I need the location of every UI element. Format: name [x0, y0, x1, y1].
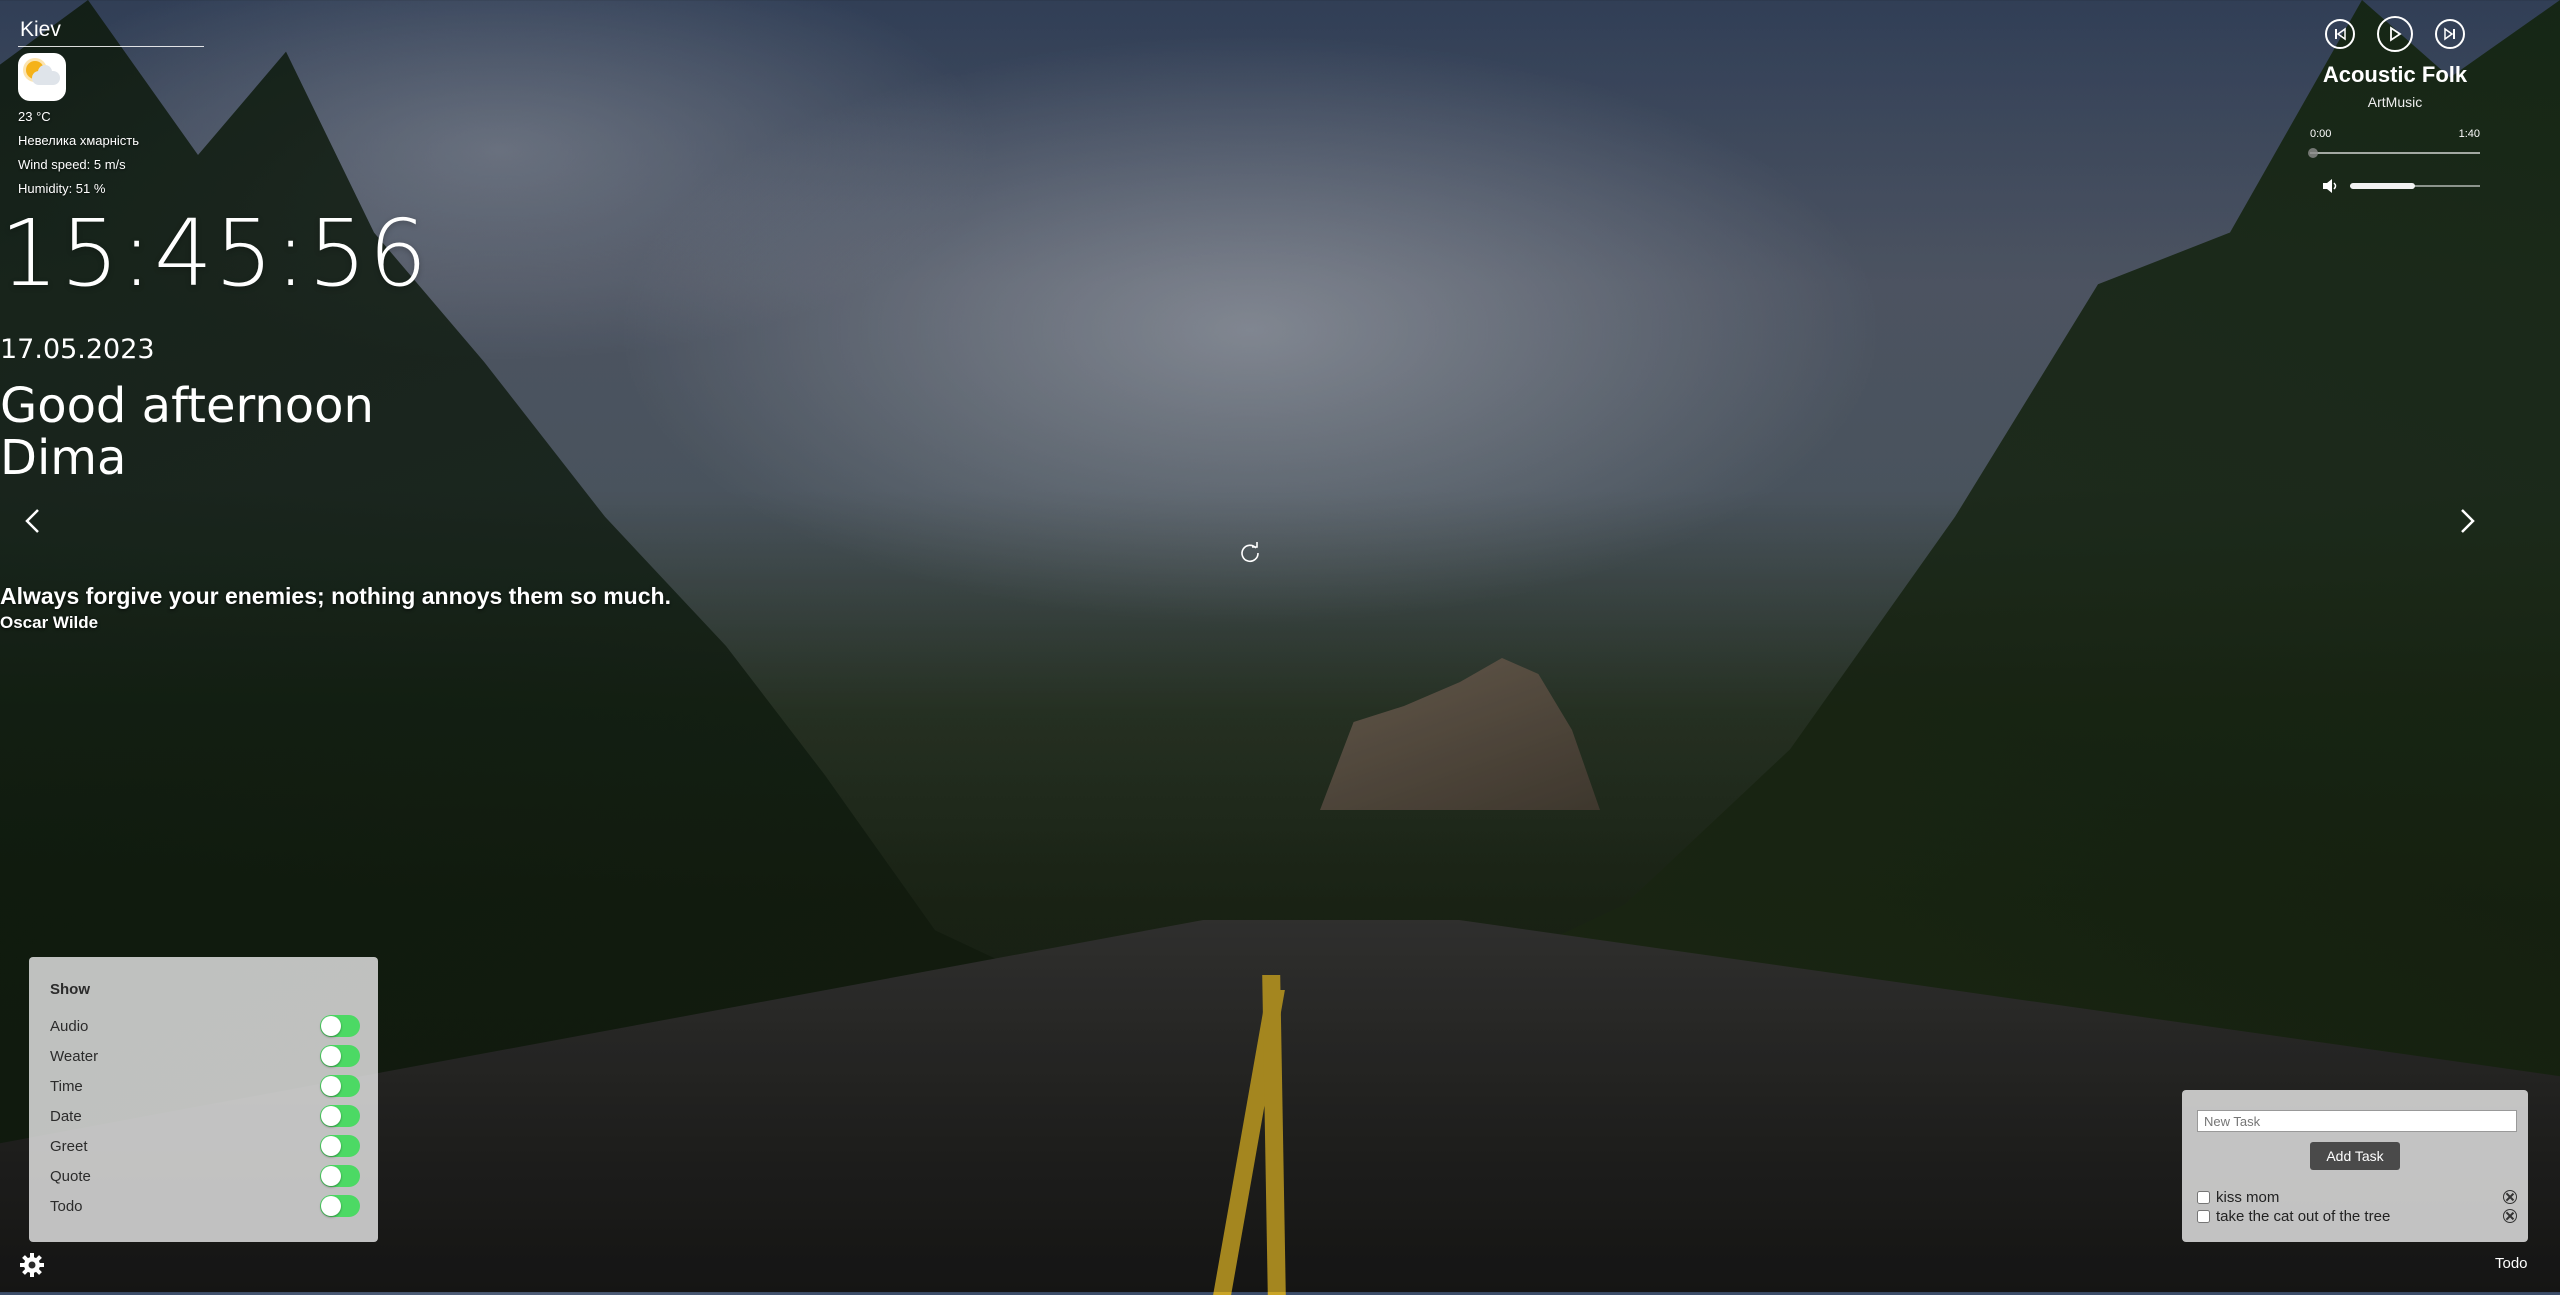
progress-bar[interactable]: [2308, 148, 2480, 158]
task-text: kiss mom: [2216, 1188, 2280, 1206]
audio-player: Acoustic Folk ArtMusic 0:00 1:40: [2300, 16, 2490, 194]
setting-label: Greet: [50, 1137, 88, 1155]
background-photo: [0, 0, 2560, 1295]
name-input[interactable]: Dima: [0, 432, 2560, 484]
quote-author: Oscar Wilde: [0, 613, 99, 632]
settings-title: Show: [50, 981, 90, 998]
current-time: 0:00: [2310, 128, 2332, 140]
setting-label: Todo: [50, 1197, 83, 1215]
previous-track-button[interactable]: [2325, 19, 2355, 49]
slide-next-icon[interactable]: [2452, 506, 2482, 536]
mountain: [1320, 658, 1600, 810]
setting-row-time: Time: [50, 1074, 360, 1098]
track-artist: ArtMusic: [2367, 94, 2423, 110]
quote-toggle[interactable]: [320, 1165, 360, 1187]
delete-task-icon[interactable]: [2503, 1190, 2517, 1204]
setting-label: Weater: [50, 1047, 99, 1065]
setting-row-quote: Quote: [50, 1164, 360, 1188]
quote-text: Always forgive your enemies; nothing ann…: [0, 583, 671, 609]
refresh-quote-icon[interactable]: [1239, 541, 1261, 563]
settings-panel: Show Audio Weater Time Date Greet Quote …: [29, 957, 378, 1242]
weather-toggle[interactable]: [320, 1045, 360, 1067]
greet-toggle[interactable]: [320, 1135, 360, 1157]
delete-task-icon[interactable]: [2503, 1209, 2517, 1223]
weather-description: Невелика хмарність: [18, 133, 140, 148]
task-text: take the cat out of the tree: [2216, 1207, 2391, 1225]
volume-icon[interactable]: [2322, 178, 2340, 194]
skip-back-icon: [2335, 27, 2346, 41]
setting-row-audio: Audio: [50, 1014, 360, 1038]
track-title: Acoustic Folk: [2322, 62, 2468, 87]
add-task-button[interactable]: Add Task: [2310, 1142, 2400, 1170]
weather-widget: Kiev 23 °C Невелика хмарність Wind speed…: [18, 14, 208, 196]
background-dim: [0, 0, 2560, 1292]
greeting-text: Good afternoon: [0, 378, 374, 434]
setting-row-todo: Todo: [50, 1194, 360, 1218]
task-checkbox[interactable]: [2197, 1209, 2210, 1223]
play-icon: [2390, 26, 2402, 42]
road-line: [1262, 975, 1286, 1295]
city-input[interactable]: Kiev: [18, 14, 204, 47]
setting-label: Time: [50, 1077, 83, 1095]
new-task-input[interactable]: [2197, 1110, 2517, 1132]
time-toggle[interactable]: [320, 1075, 360, 1097]
humidity: Humidity: 51 %: [18, 181, 106, 196]
todo-toggle-link[interactable]: Todo: [2495, 1255, 2528, 1272]
progress-knob[interactable]: [2308, 148, 2318, 158]
play-button[interactable]: [2377, 16, 2413, 52]
gear-icon[interactable]: [18, 1251, 46, 1279]
road-line: [1213, 990, 1285, 1295]
volume-fill: [2350, 183, 2415, 189]
setting-row-greet: Greet: [50, 1134, 360, 1158]
setting-row-weather: Weater: [50, 1044, 360, 1068]
partly-cloudy-icon: [18, 53, 66, 101]
setting-label: Date: [50, 1107, 82, 1125]
setting-row-date: Date: [50, 1104, 360, 1128]
setting-label: Audio: [50, 1017, 89, 1035]
next-track-button[interactable]: [2435, 19, 2465, 49]
volume-slider[interactable]: [2350, 183, 2480, 189]
player-controls: [2300, 16, 2490, 52]
setting-label: Quote: [50, 1167, 91, 1185]
road: [0, 920, 2560, 1292]
greeting: Good afternoon Dima: [0, 380, 2560, 484]
skip-forward-icon: [2444, 27, 2455, 41]
wind-speed: Wind speed: 5 m/s: [18, 157, 126, 172]
clock-time: 15:45:56: [0, 200, 430, 307]
todo-toggle-switch[interactable]: [320, 1195, 360, 1217]
temperature: 23 °C: [18, 109, 51, 124]
duration: 1:40: [2458, 128, 2480, 140]
audio-toggle[interactable]: [320, 1015, 360, 1037]
task-item: take the cat out of the tree: [2197, 1207, 2517, 1225]
date-toggle[interactable]: [320, 1105, 360, 1127]
slide-prev-icon[interactable]: [18, 506, 48, 536]
todo-panel: Add Task kiss mom take the cat out of th…: [2182, 1090, 2528, 1242]
task-item: kiss mom: [2197, 1188, 2517, 1206]
task-checkbox[interactable]: [2197, 1190, 2210, 1204]
date: 17.05.2023: [0, 334, 155, 365]
